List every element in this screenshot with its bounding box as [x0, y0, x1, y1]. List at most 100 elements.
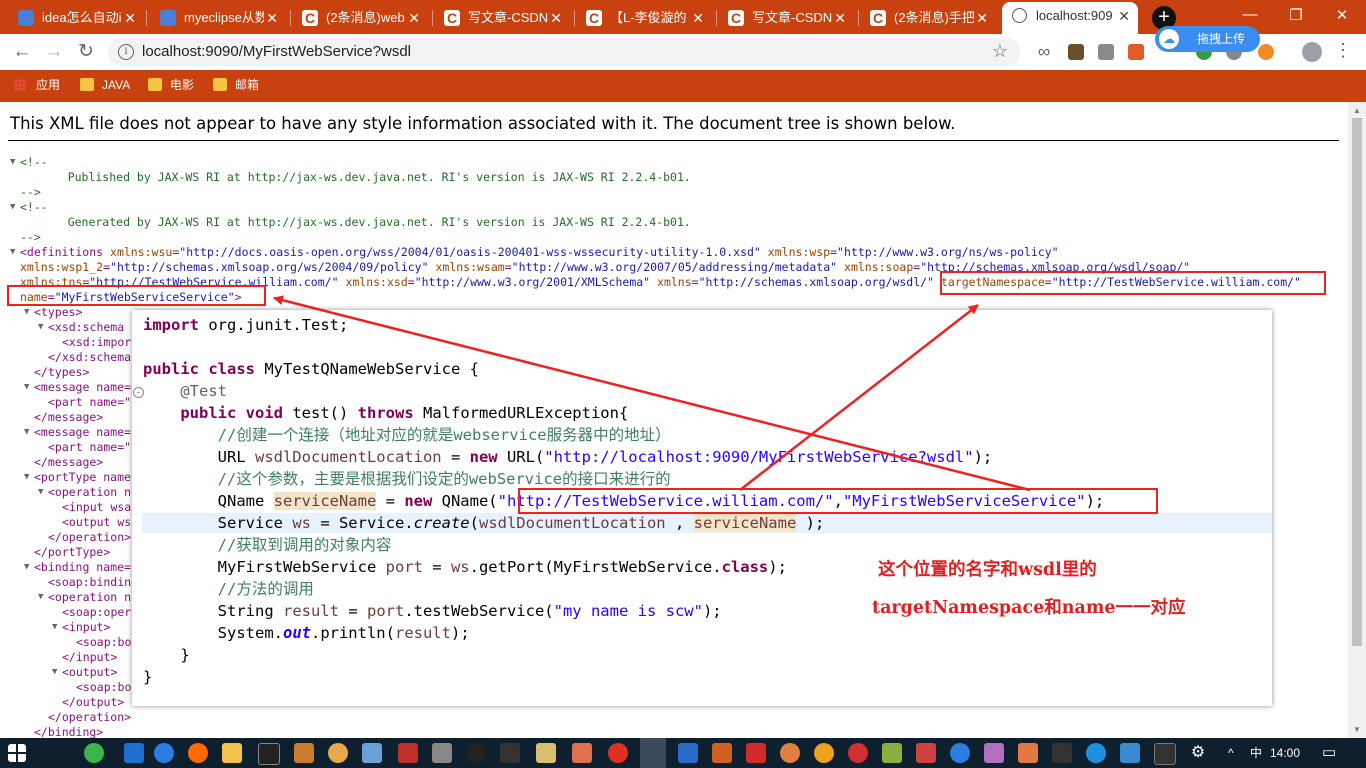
download-icon[interactable] — [1098, 44, 1114, 60]
close-icon[interactable]: ✕ — [124, 4, 136, 32]
intellij-icon[interactable] — [258, 743, 280, 765]
collapse-toggle-icon[interactable]: ▼ — [52, 620, 57, 635]
close-window-icon[interactable]: ✕ — [1322, 6, 1362, 24]
scrollbar-thumb[interactable] — [1352, 118, 1362, 646]
app-icon[interactable] — [1018, 743, 1038, 763]
app-icon[interactable] — [500, 743, 520, 763]
address-bar[interactable]: i localhost:9090/MyFirstWebService?wsdl … — [108, 38, 1020, 66]
collapse-toggle-icon[interactable]: ▼ — [10, 155, 15, 170]
scroll-up-icon[interactable]: ▲ — [1353, 106, 1361, 115]
code-line: //这个参数，主要是根据我们设定的webService的接口来进行的 — [143, 470, 671, 488]
xml-line: <soap:boo — [76, 635, 139, 649]
scroll-down-icon[interactable]: ▼ — [1353, 725, 1361, 734]
back-icon[interactable]: ← — [10, 40, 34, 64]
extension-icon[interactable] — [1128, 44, 1144, 60]
file-explorer-icon[interactable] — [222, 743, 242, 763]
chrome-taskbar-icon[interactable] — [640, 738, 666, 768]
ie-icon[interactable] — [950, 743, 970, 763]
tab-2[interactable]: myeclipse从数 ✕ — [150, 4, 286, 32]
collapse-toggle-icon[interactable]: ▼ — [38, 320, 43, 335]
app-icon[interactable] — [572, 743, 592, 763]
notepad-icon[interactable] — [536, 743, 556, 763]
tray-expand-icon[interactable]: ^ — [1228, 738, 1234, 768]
close-icon[interactable]: ✕ — [692, 4, 704, 32]
settings-icon[interactable]: ⚙ — [1188, 743, 1208, 763]
windows-start-icon[interactable] — [8, 744, 26, 762]
close-icon[interactable]: ✕ — [550, 4, 562, 32]
app-icon[interactable] — [398, 743, 418, 763]
ie-icon[interactable] — [154, 743, 174, 763]
collapse-toggle-icon[interactable]: ▼ — [24, 470, 29, 485]
collapse-toggle-icon[interactable]: ▼ — [24, 560, 29, 575]
reload-icon[interactable]: ↻ — [74, 40, 98, 64]
firefox-icon[interactable] — [188, 743, 208, 763]
app-icon[interactable] — [294, 743, 314, 763]
collapse-toggle-icon[interactable]: ▼ — [38, 590, 43, 605]
app-icon[interactable] — [678, 743, 698, 763]
tab-1[interactable]: idea怎么自动i ✕ — [8, 4, 144, 32]
close-icon[interactable]: ✕ — [266, 4, 278, 32]
close-icon[interactable]: ✕ — [1118, 2, 1130, 30]
tab-label: 【L-李俊漩的 — [610, 10, 687, 25]
close-icon[interactable]: ✕ — [834, 4, 846, 32]
infinity-icon[interactable]: ∞ — [1032, 40, 1056, 64]
app-icon[interactable] — [984, 743, 1004, 763]
collapse-toggle-icon[interactable]: ▼ — [24, 380, 29, 395]
collapse-toggle-icon[interactable]: ▼ — [24, 425, 29, 440]
extension-icon[interactable] — [1068, 44, 1084, 60]
minimize-icon[interactable]: — — [1230, 6, 1270, 23]
tab-4[interactable]: 写文章-CSDN✕ — [434, 4, 570, 32]
collapse-toggle-icon[interactable]: ▼ — [52, 665, 57, 680]
collapse-toggle-icon[interactable]: ▼ — [24, 305, 29, 320]
forward-icon[interactable]: → — [42, 40, 66, 64]
clock[interactable]: 14:00 — [1270, 738, 1300, 768]
app-icon[interactable] — [1052, 743, 1072, 763]
star-icon[interactable]: ☆ — [992, 41, 1008, 62]
app-icon[interactable] — [328, 743, 348, 763]
notification-icon[interactable]: ▭ — [1322, 738, 1336, 768]
profile-avatar[interactable] — [1302, 42, 1322, 62]
app-icon[interactable] — [362, 743, 382, 763]
menu-icon[interactable]: ⋮ — [1334, 40, 1352, 61]
app-icon[interactable] — [746, 743, 766, 763]
upload-button[interactable]: ☁ 拖拽上传 — [1155, 26, 1260, 52]
info-icon[interactable]: i — [118, 44, 134, 60]
collapse-toggle-icon[interactable]: ▼ — [10, 200, 15, 215]
bookmark-label: 电影 — [170, 78, 195, 92]
app-icon[interactable] — [882, 743, 902, 763]
scrollbar[interactable]: ▲ ▼ — [1348, 102, 1366, 738]
xml-line: <input wsa — [62, 500, 132, 514]
xml-comment-line: <!-- — [20, 155, 48, 169]
bookmark-movies[interactable]: 电影 — [148, 70, 194, 100]
url-text[interactable]: localhost:9090/MyFirstWebService?wsdl — [142, 38, 411, 66]
wechat-icon[interactable] — [84, 743, 104, 763]
bookmark-mail[interactable]: 邮箱 — [213, 70, 259, 100]
bookmark-java[interactable]: JAVA — [80, 70, 130, 100]
app-icon[interactable] — [916, 743, 936, 763]
tab-7[interactable]: (2条消息)手把✕ — [860, 4, 996, 32]
edge-icon[interactable] — [124, 743, 144, 763]
qq-icon[interactable] — [466, 743, 486, 763]
close-icon[interactable]: ✕ — [408, 4, 420, 32]
tab-active[interactable]: localhost:909 ✕ — [1002, 2, 1138, 34]
collapse-toggle-icon[interactable]: ▼ — [10, 245, 15, 260]
app-icon[interactable] — [1120, 743, 1140, 763]
tab-3[interactable]: (2条消息)web✕ — [292, 4, 428, 32]
search-icon[interactable] — [814, 743, 834, 763]
app-icon[interactable] — [432, 743, 452, 763]
app-icon[interactable] — [1086, 743, 1106, 763]
close-icon[interactable]: ✕ — [976, 4, 988, 32]
tab-5[interactable]: 【L-李俊漩的 ✕ — [576, 4, 712, 32]
app-icon[interactable] — [848, 743, 868, 763]
app-icon[interactable] — [780, 743, 800, 763]
terminal-icon[interactable] — [1154, 743, 1176, 765]
tab-6[interactable]: 写文章-CSDN✕ — [718, 4, 854, 32]
app-icon[interactable] — [608, 743, 628, 763]
collapse-toggle-icon[interactable]: ▼ — [38, 485, 43, 500]
bookmark-apps[interactable]: 应用 — [14, 70, 60, 100]
restore-icon[interactable]: ❐ — [1276, 6, 1316, 24]
extension-icon[interactable] — [1258, 44, 1274, 60]
xml-line: <soap:boo — [76, 680, 139, 694]
app-icon[interactable] — [712, 743, 732, 763]
ime-indicator[interactable]: 中 — [1250, 738, 1262, 768]
